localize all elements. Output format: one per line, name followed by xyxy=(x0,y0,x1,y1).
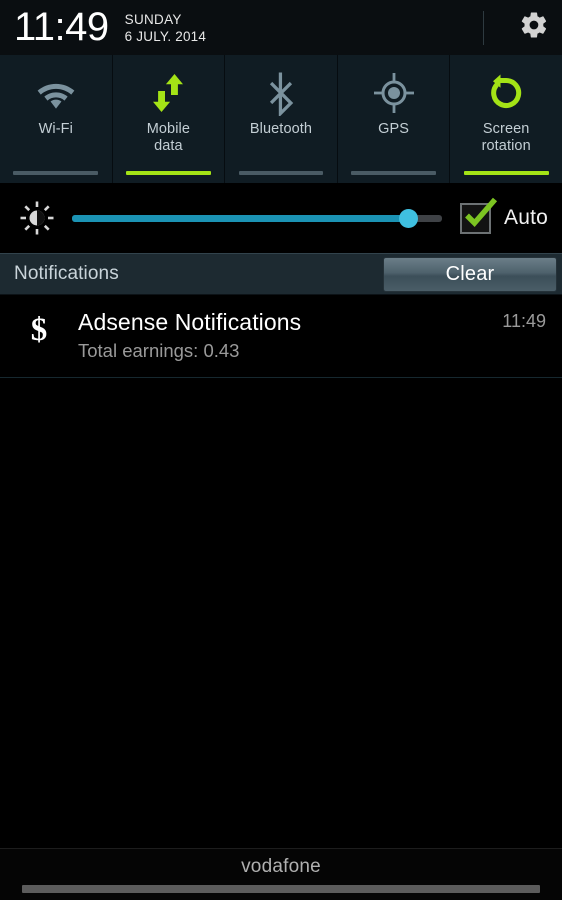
settings-button[interactable] xyxy=(506,0,562,55)
notification-subtitle: Total earnings: 0.43 xyxy=(78,340,240,361)
notification-item[interactable]: $ Adsense Notifications Total earnings: … xyxy=(0,295,562,378)
quick-settings-row: Wi-Fi Mobile data Bluetooth GPS Screen r… xyxy=(0,55,562,183)
notification-shade: 11:49 SUNDAY 6 JULY. 2014 Wi-Fi Mobile d… xyxy=(0,0,562,900)
header-divider xyxy=(483,10,484,45)
toggle-gps[interactable]: GPS xyxy=(338,55,451,183)
gear-icon xyxy=(519,10,549,45)
toggle-state-bar xyxy=(238,171,324,175)
toggle-state-bar xyxy=(463,171,549,175)
shade-drag-handle[interactable] xyxy=(22,885,540,893)
bluetooth-icon xyxy=(264,68,298,118)
toggle-label: GPS xyxy=(378,121,410,137)
brightness-sun-icon xyxy=(14,199,60,237)
toggle-bluetooth[interactable]: Bluetooth xyxy=(225,55,338,183)
clear-notifications-button[interactable]: Clear xyxy=(383,257,557,292)
mobile-data-icon xyxy=(147,68,189,118)
toggle-screen-rotation[interactable]: Screen rotation xyxy=(450,55,562,183)
toggle-mobile-data[interactable]: Mobile data xyxy=(113,55,226,183)
screen-rotation-icon xyxy=(484,68,528,118)
toggle-label: Mobile data xyxy=(146,121,191,154)
slider-fill xyxy=(72,214,409,222)
date-text: 6 JULY. 2014 xyxy=(124,28,207,44)
status-header: 11:49 SUNDAY 6 JULY. 2014 xyxy=(0,0,562,55)
dollar-glyph: $ xyxy=(30,312,48,348)
toggle-state-bar xyxy=(351,171,436,175)
day-of-week: SUNDAY xyxy=(124,12,182,27)
toggle-label: Wi-Fi xyxy=(38,121,73,137)
shade-footer: vodafone xyxy=(0,848,562,900)
notifications-header: Notifications Clear xyxy=(0,253,562,295)
dollar-sign-icon: $ xyxy=(0,308,78,347)
date-block: SUNDAY 6 JULY. 2014 xyxy=(125,13,206,43)
auto-brightness-label: Auto xyxy=(504,206,548,229)
toggle-label: Screen rotation xyxy=(481,121,531,154)
toggle-state-bar xyxy=(125,171,211,175)
wifi-icon xyxy=(34,68,78,118)
auto-brightness-toggle[interactable]: Auto xyxy=(452,197,548,234)
toggle-state-bar xyxy=(13,171,99,175)
toggle-wifi[interactable]: Wi-Fi xyxy=(0,55,113,183)
clear-button-label: Clear xyxy=(445,263,495,285)
brightness-row: Auto xyxy=(0,183,562,253)
brightness-slider[interactable] xyxy=(72,205,442,231)
notifications-title: Notifications xyxy=(14,263,119,284)
header-right-group xyxy=(483,0,562,55)
gps-icon xyxy=(372,68,416,118)
notification-title: Adsense Notifications xyxy=(78,309,302,335)
toggle-label: Bluetooth xyxy=(249,121,313,137)
auto-brightness-checkbox[interactable] xyxy=(460,197,498,234)
carrier-label: vodafone xyxy=(241,856,321,877)
slider-thumb[interactable] xyxy=(398,208,418,228)
notification-time: 11:49 xyxy=(502,311,546,331)
notification-text-block: Adsense Notifications Total earnings: 0.… xyxy=(78,308,502,363)
clock: 11:49 xyxy=(14,4,109,49)
